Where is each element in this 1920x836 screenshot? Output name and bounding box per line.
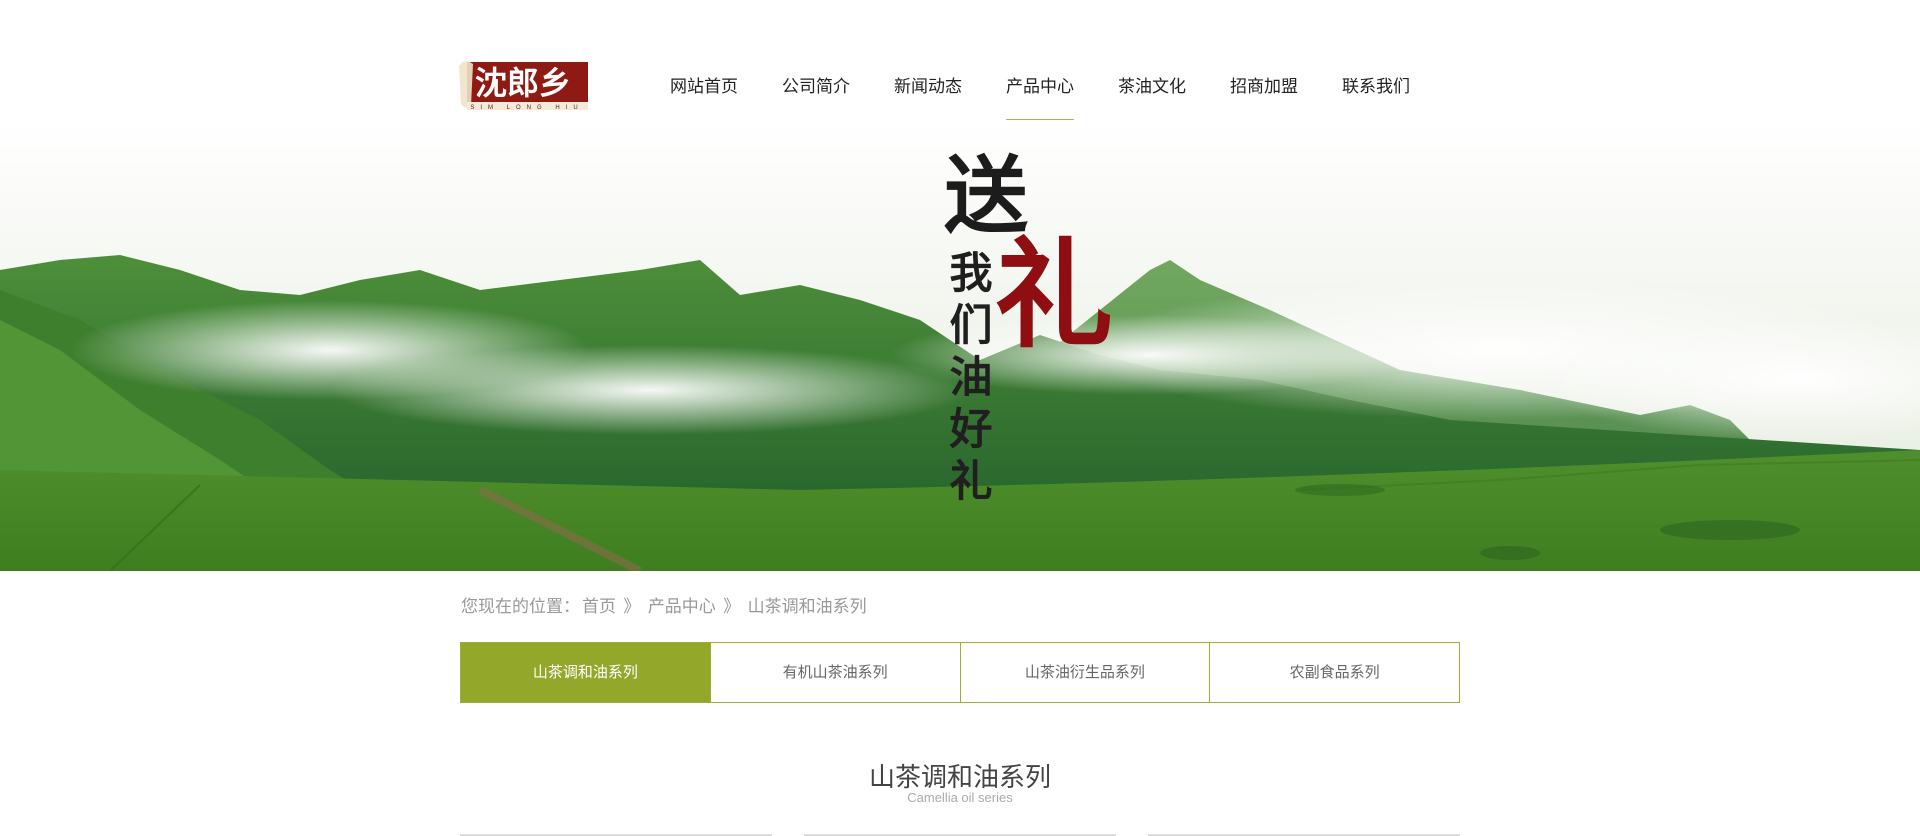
- slogan-char: 我: [949, 249, 993, 299]
- tab-camellia-derivatives[interactable]: 山茶油衍生品系列: [961, 643, 1211, 702]
- section-title: 山茶调和油系列: [868, 763, 1051, 793]
- slogan-char: 礼: [949, 457, 993, 507]
- breadcrumb-prefix: 您现在的位置：: [461, 597, 580, 617]
- banner-slogan-red: 礼: [995, 225, 1114, 364]
- breadcrumb-products-link[interactable]: 产品中心: [648, 597, 716, 617]
- nav-news[interactable]: 新闻动态: [894, 62, 962, 122]
- breadcrumb-current[interactable]: 山茶调和油系列: [748, 597, 867, 617]
- category-tabs: 山茶调和油系列 有机山茶油系列 山茶油衍生品系列 农副食品系列: [460, 642, 1460, 703]
- nav-culture[interactable]: 茶油文化: [1118, 62, 1186, 122]
- site-logo[interactable]: 沈郎乡 SIM LONG HIU: [459, 58, 590, 111]
- slogan-char: 油: [949, 353, 993, 403]
- breadcrumb-separator: 》: [723, 597, 741, 617]
- tab-farm-products[interactable]: 农副食品系列: [1210, 643, 1459, 702]
- breadcrumb: 您现在的位置： 首页 》 产品中心 》 山茶调和油系列: [461, 592, 869, 617]
- nav-contact[interactable]: 联系我们: [1342, 62, 1410, 122]
- nav-products[interactable]: 产品中心: [1006, 62, 1074, 122]
- logo-graphic: 沈郎乡 SIM LONG HIU: [459, 61, 588, 111]
- section-subtitle: Camellia oil series: [907, 790, 1013, 805]
- breadcrumb-separator: 》: [623, 597, 641, 617]
- banner-slogan-vertical: 我 们 油 好 礼: [947, 248, 995, 508]
- tab-camellia-blend-oil[interactable]: 山茶调和油系列: [461, 643, 711, 702]
- nav-home[interactable]: 网站首页: [670, 62, 738, 122]
- nav-about[interactable]: 公司简介: [782, 62, 850, 122]
- nav-franchise[interactable]: 招商加盟: [1230, 62, 1298, 122]
- slogan-char: 好: [949, 405, 993, 455]
- tab-organic-camellia-oil[interactable]: 有机山茶油系列: [711, 643, 961, 702]
- breadcrumb-home-link[interactable]: 首页: [582, 597, 616, 617]
- logo-main-text: 沈郎乡: [475, 64, 571, 102]
- slogan-char: 们: [949, 301, 993, 351]
- logo-sub-text: SIM LONG HIU: [470, 105, 583, 111]
- site-header: 沈郎乡 SIM LONG HIU 网站首页 公司简介 新闻动态 产品中心 茶油文…: [0, 0, 1920, 122]
- main-nav: 网站首页 公司简介 新闻动态 产品中心 茶油文化 招商加盟 联系我们: [670, 62, 1454, 122]
